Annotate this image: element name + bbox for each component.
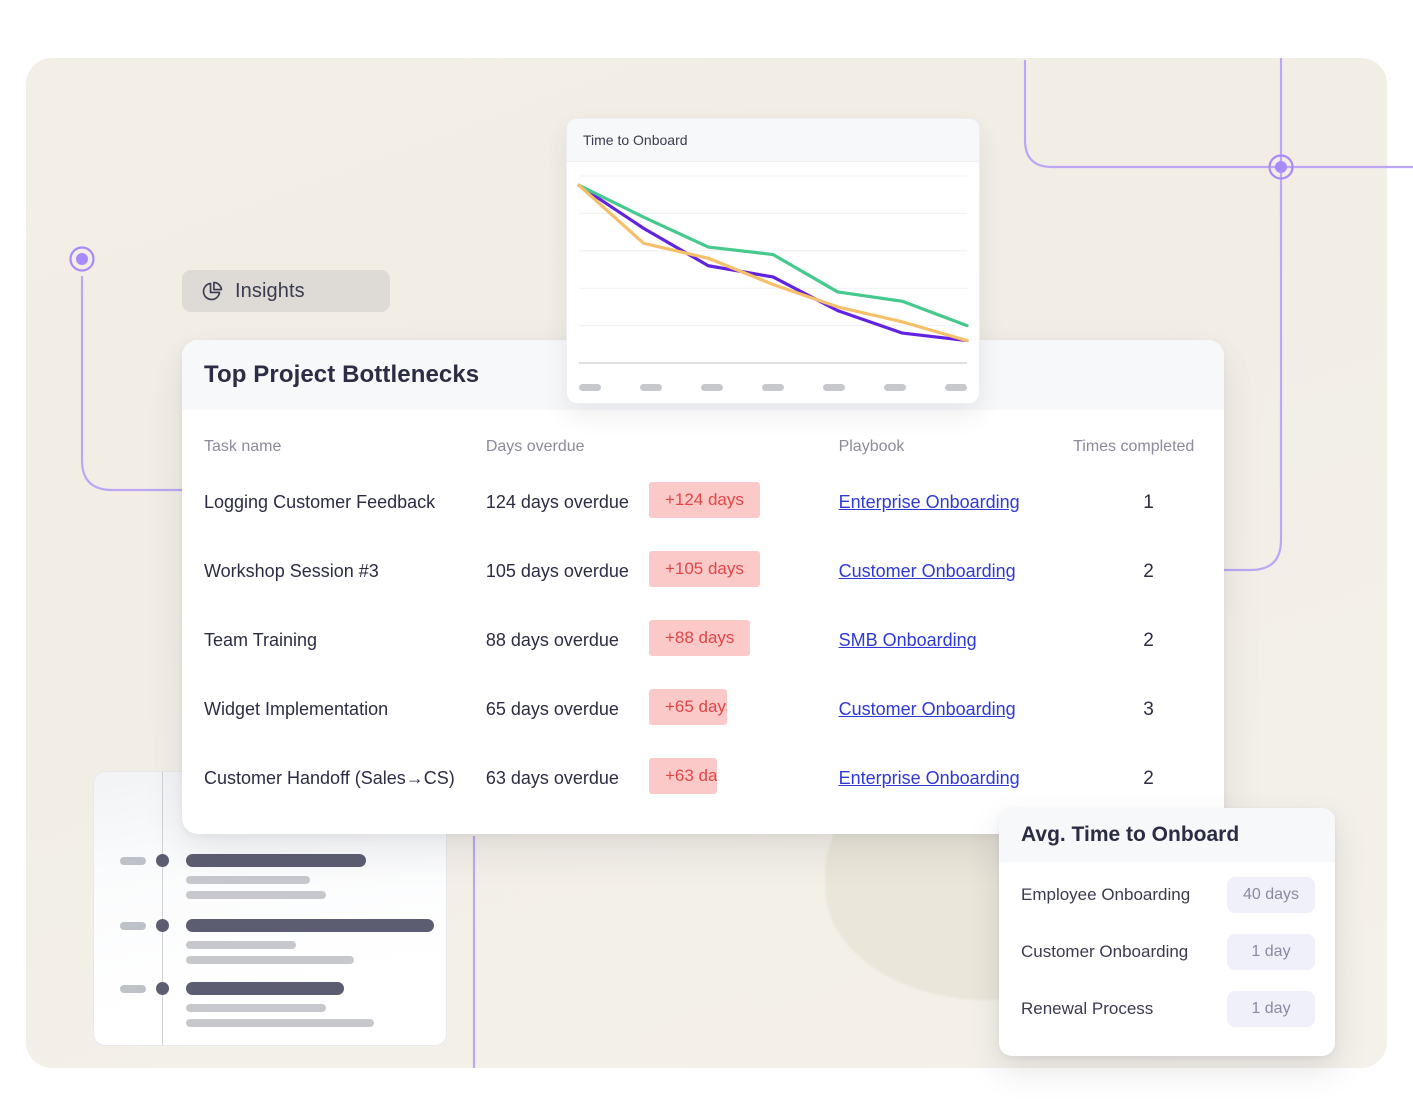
playbook-link[interactable]: Customer Onboarding — [839, 561, 1016, 581]
column-header-playbook: Playbook — [838, 438, 905, 455]
timeline-tick-placeholder — [120, 985, 146, 993]
xtick-placeholder — [884, 384, 906, 391]
xtick-placeholder — [945, 384, 967, 391]
timeline-rail — [162, 772, 163, 1045]
xtick-placeholder — [579, 384, 601, 391]
cell-times-completed: 2 — [1143, 629, 1154, 651]
cell-days-overdue: 105 days overdue — [485, 561, 629, 581]
insights-button[interactable]: Insights — [182, 270, 390, 312]
insights-label: Insights — [235, 279, 305, 302]
xtick-placeholder — [701, 384, 723, 391]
cell-days-overdue: 65 days overdue — [485, 699, 619, 719]
top-project-bottlenecks-card: Top Project Bottlenecks Task name Days o… — [182, 340, 1224, 834]
chart-title: Time to Onboard — [583, 132, 688, 148]
page-title: Top Project Bottlenecks — [204, 361, 480, 388]
avg-row-value: 40 days — [1227, 876, 1315, 913]
time-to-onboard-chart-card: Time to Onboard — [566, 118, 980, 404]
chart-xtick-placeholders — [579, 384, 967, 391]
timeline-dot — [156, 982, 169, 995]
column-header-days-overdue: Days overdue — [485, 438, 585, 455]
column-header-task-name: Task name — [204, 438, 282, 455]
status-badge: +88 days — [648, 620, 751, 656]
avg-row-label: Customer Onboarding — [1021, 941, 1189, 961]
table-row[interactable]: Workshop Session #3 105 days overdue +10… — [182, 537, 1224, 606]
table-row[interactable]: Team Training 88 days overdue +88 days S… — [182, 606, 1224, 675]
playbook-link[interactable]: Enterprise Onboarding — [839, 768, 1020, 788]
chart-plot-area — [567, 162, 979, 403]
playbook-link[interactable]: SMB Onboarding — [839, 630, 977, 650]
timeline-text-placeholder — [186, 941, 296, 949]
cell-times-completed: 2 — [1143, 767, 1154, 789]
list-item[interactable]: Renewal Process 1 day — [1021, 980, 1315, 1037]
cell-task-name: Customer Handoff (Sales→CS) — [204, 768, 455, 788]
avg-time-to-onboard-card: Avg. Time to Onboard Employee Onboarding… — [999, 808, 1335, 1056]
avg-row-label: Renewal Process — [1021, 998, 1154, 1018]
cell-days-overdue: 63 days overdue — [485, 768, 619, 788]
avg-card-header: Avg. Time to Onboard — [999, 808, 1335, 862]
xtick-placeholder — [823, 384, 845, 391]
avg-card-title: Avg. Time to Onboard — [1021, 823, 1240, 846]
timeline-title-placeholder — [186, 982, 344, 995]
cell-task-name: Logging Customer Feedback — [204, 492, 436, 512]
cell-times-completed: 3 — [1143, 698, 1154, 720]
status-badge: +65 days — [648, 689, 727, 725]
cell-task-name: Widget Implementation — [204, 699, 389, 719]
table-row[interactable]: Customer Handoff (Sales→CS) 63 days over… — [182, 744, 1224, 813]
xtick-placeholder — [640, 384, 662, 391]
avg-row-label: Employee Onboarding — [1021, 884, 1191, 904]
timeline-text-placeholder — [186, 956, 354, 964]
column-header-times-completed: Times completed — [1073, 438, 1195, 455]
playbook-link[interactable]: Customer Onboarding — [839, 699, 1016, 719]
avg-row-value: 1 day — [1227, 933, 1315, 970]
timeline-dot — [156, 854, 169, 867]
timeline-tick-placeholder — [120, 922, 146, 930]
chart-series-series-green — [577, 183, 969, 328]
timeline-text-placeholder — [186, 1019, 374, 1027]
cell-times-completed: 1 — [1143, 491, 1154, 513]
timeline-title-placeholder — [186, 919, 434, 932]
pie-chart-icon — [200, 280, 223, 303]
timeline-tick-placeholder — [120, 857, 146, 865]
status-badge: +105 days — [648, 551, 760, 587]
playbook-link[interactable]: Enterprise Onboarding — [839, 492, 1020, 512]
timeline-title-placeholder — [186, 854, 366, 867]
xtick-placeholder — [762, 384, 784, 391]
cell-task-name: Workshop Session #3 — [204, 561, 379, 581]
list-item[interactable]: Customer Onboarding 1 day — [1021, 923, 1315, 980]
table-row[interactable]: Widget Implementation 65 days overdue +6… — [182, 675, 1224, 744]
status-badge: +63 days — [648, 758, 717, 794]
chart-series-series-purple — [577, 183, 969, 343]
list-item[interactable]: Employee Onboarding 40 days — [1021, 866, 1315, 923]
line-chart — [577, 175, 969, 364]
avg-row-value: 1 day — [1227, 990, 1315, 1027]
cell-task-name: Team Training — [204, 630, 318, 650]
status-badge: +124 days — [648, 482, 760, 518]
bottlenecks-table: Task name Days overdue Playbook Times co… — [182, 410, 1224, 813]
cell-days-overdue: 88 days overdue — [485, 630, 619, 650]
screenshot-root: Insights Top Project Bottlenecks Task na… — [0, 0, 1413, 1106]
timeline-text-placeholder — [186, 891, 326, 899]
table-header-row: Task name Days overdue Playbook Times co… — [182, 410, 1224, 468]
timeline-dot — [156, 919, 169, 932]
chart-card-header: Time to Onboard — [567, 119, 979, 162]
cell-days-overdue: 124 days overdue — [485, 492, 629, 512]
column-header-overdue-badge — [649, 410, 839, 468]
chart-series-series-orange — [577, 183, 969, 343]
cell-times-completed: 2 — [1143, 560, 1154, 582]
table-row[interactable]: Logging Customer Feedback 124 days overd… — [182, 468, 1224, 537]
timeline-text-placeholder — [186, 876, 310, 884]
timeline-text-placeholder — [186, 1004, 326, 1012]
